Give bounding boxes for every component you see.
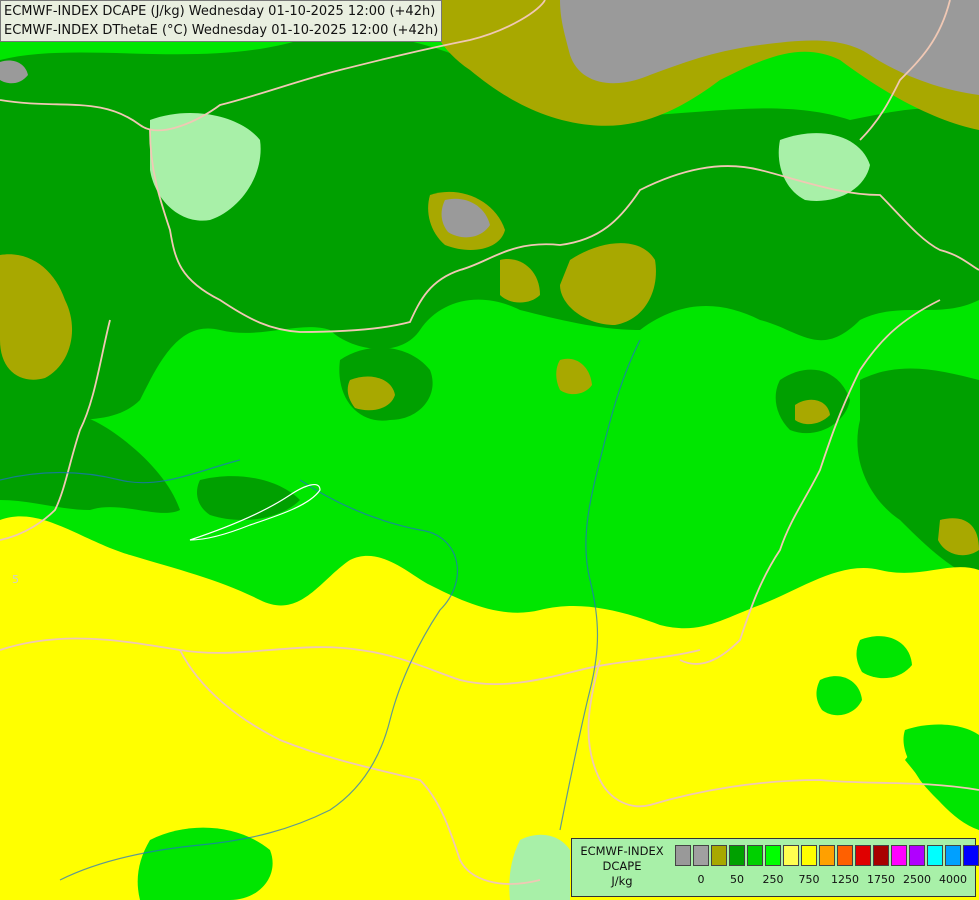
- light-green-patch-south: [509, 834, 570, 900]
- legend-model: ECMWF-INDEX: [580, 844, 664, 858]
- title-dcape: ECMWF-INDEX DCAPE (J/kg) Wednesday 01-10…: [4, 4, 436, 19]
- legend-swatch-0: [675, 845, 691, 866]
- legend-tick-label: 750: [798, 873, 820, 886]
- legend-swatch-7: [801, 845, 817, 866]
- legend-swatch-1: [693, 845, 709, 866]
- legend-swatch-14: [927, 845, 943, 866]
- legend-title: ECMWF-INDEX DCAPE J/kg: [574, 844, 670, 889]
- legend-swatch-5: [765, 845, 781, 866]
- weather-map-view: 5 ECMWF-INDEX DCAPE (J/kg) Wednesday 01-…: [0, 0, 979, 900]
- legend-swatches: [675, 845, 979, 866]
- legend-ticks: 0 50 250 750 1250 1750 2500 4000: [675, 873, 971, 889]
- legend-parameter: DCAPE: [602, 859, 642, 873]
- legend-tick-label: 250: [762, 873, 784, 886]
- legend-swatch-8: [819, 845, 835, 866]
- legend-swatch-13: [909, 845, 925, 866]
- color-legend: ECMWF-INDEX DCAPE J/kg 0 50 250 750 1250 1750…: [571, 838, 979, 897]
- legend-swatch-6: [783, 845, 799, 866]
- legend-swatch-11: [873, 845, 889, 866]
- legend-tick-label: 2500: [903, 873, 931, 886]
- legend-swatch-15: [945, 845, 961, 866]
- legend-unit: J/kg: [611, 874, 633, 888]
- legend-swatch-4: [747, 845, 763, 866]
- legend-swatch-12: [891, 845, 907, 866]
- dcape-map: [0, 0, 979, 900]
- legend-swatch-9: [837, 845, 853, 866]
- legend-swatch-2: [711, 845, 727, 866]
- legend-swatch-3: [729, 845, 745, 866]
- legend-swatch-16: [963, 845, 979, 866]
- title-dthetae: ECMWF-INDEX DThetaE (°C) Wednesday 01-10…: [4, 23, 439, 38]
- legend-swatch-10: [855, 845, 871, 866]
- legend-tick-label: 4000: [939, 873, 967, 886]
- legend-tick-label: 1750: [867, 873, 895, 886]
- legend-tick-label: 0: [697, 873, 705, 886]
- map-title-box: ECMWF-INDEX DCAPE (J/kg) Wednesday 01-10…: [0, 0, 443, 42]
- legend-tick-label: 50: [730, 873, 744, 886]
- legend-tick-label: 1250: [831, 873, 859, 886]
- contour-value-label: 5: [12, 573, 19, 586]
